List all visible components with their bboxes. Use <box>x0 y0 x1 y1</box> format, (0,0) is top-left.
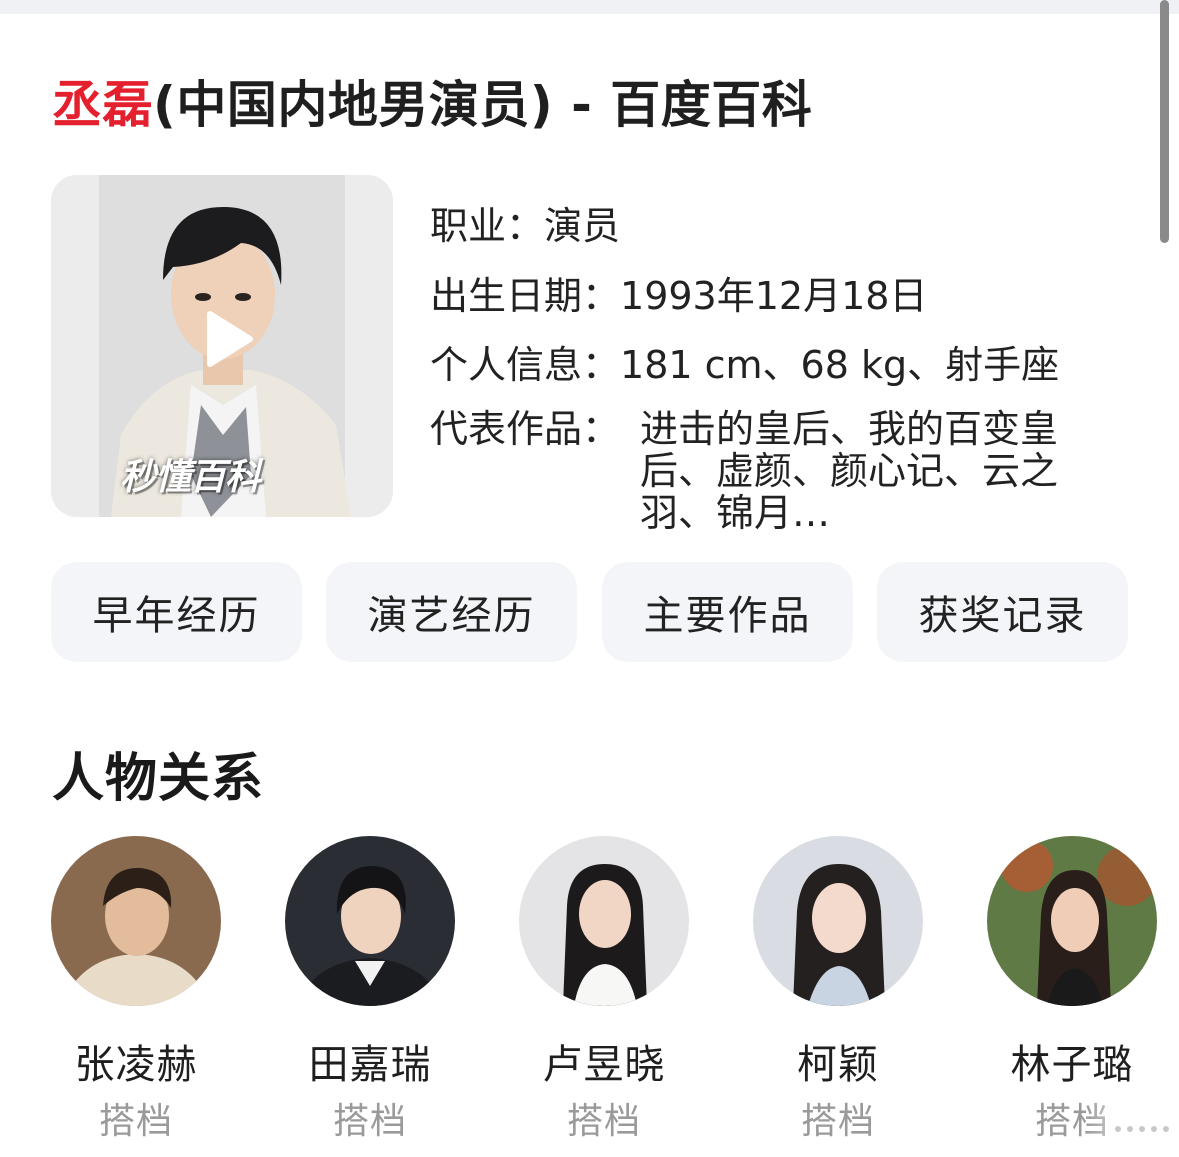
tab-awards[interactable]: 获奖记录 <box>877 562 1128 662</box>
info-value: 1993年12月18日 <box>620 274 928 318</box>
person-name: 柯颖 <box>797 1042 879 1088</box>
relation-person[interactable]: 柯颖 搭档 <box>753 836 923 1146</box>
info-key: 代表作品： <box>430 407 621 451</box>
relations-title: 人物关系 <box>52 749 265 809</box>
person-name: 田嘉瑞 <box>308 1042 432 1088</box>
section-tabs: 早年经历 演艺经历 主要作品 获奖记录 <box>51 562 1131 662</box>
title-rest: (中国内地男演员) - 百度百科 <box>153 76 813 134</box>
info-value: 181 cm、68 kg、射手座 <box>620 343 1060 387</box>
relation-person[interactable]: 张凌赫 搭档 <box>51 836 221 1146</box>
page-title[interactable]: 丞磊(中国内地男演员) - 百度百科 <box>52 72 812 138</box>
avatar <box>51 836 221 1006</box>
person-name: 张凌赫 <box>74 1042 198 1088</box>
person-relation: 搭档 <box>332 1101 407 1142</box>
person-name: 林子璐 <box>1010 1042 1134 1088</box>
tab-works[interactable]: 主要作品 <box>602 562 853 662</box>
info-row-personal: 个人信息：181 cm、68 kg、射手座 <box>430 339 1059 391</box>
avatar <box>987 836 1157 1006</box>
title-highlight: 丞磊 <box>52 76 153 134</box>
person-relation: 搭档 <box>98 1101 173 1142</box>
person-name: 卢昱晓 <box>542 1042 666 1088</box>
works-value: 进击的皇后、我的百变皇后、虚颜、颜心记、云之羽、锦月… <box>640 407 1059 535</box>
info-row-occupation: 职业：演员 <box>430 200 620 252</box>
info-row-works[interactable]: 代表作品： 进击的皇后、我的百变皇后、虚颜、颜心记、云之羽、锦月… <box>430 408 1120 534</box>
tab-career[interactable]: 演艺经历 <box>326 562 577 662</box>
person-relation: 搭档 <box>566 1101 641 1142</box>
top-divider-strip <box>0 0 1179 14</box>
avatar <box>285 836 455 1006</box>
tab-early-life[interactable]: 早年经历 <box>51 562 302 662</box>
info-value: 演员 <box>544 204 621 248</box>
person-relation: 搭档 <box>800 1101 875 1142</box>
info-key: 个人信息： <box>430 343 621 387</box>
hero-watermark-logo: 秒懂百科 <box>120 457 261 498</box>
info-row-birthdate: 出生日期：1993年12月18日 <box>430 270 927 322</box>
relation-person[interactable]: 田嘉瑞 搭档 <box>285 836 455 1146</box>
info-key: 职业： <box>430 204 545 248</box>
avatar <box>753 836 923 1006</box>
info-key: 出生日期： <box>430 274 621 318</box>
play-icon[interactable] <box>196 308 258 370</box>
page-scrollbar[interactable] <box>1160 0 1169 243</box>
avatar <box>519 836 689 1006</box>
relation-person[interactable]: 卢昱晓 搭档 <box>519 836 689 1146</box>
more-dots-icon <box>1115 1126 1169 1132</box>
